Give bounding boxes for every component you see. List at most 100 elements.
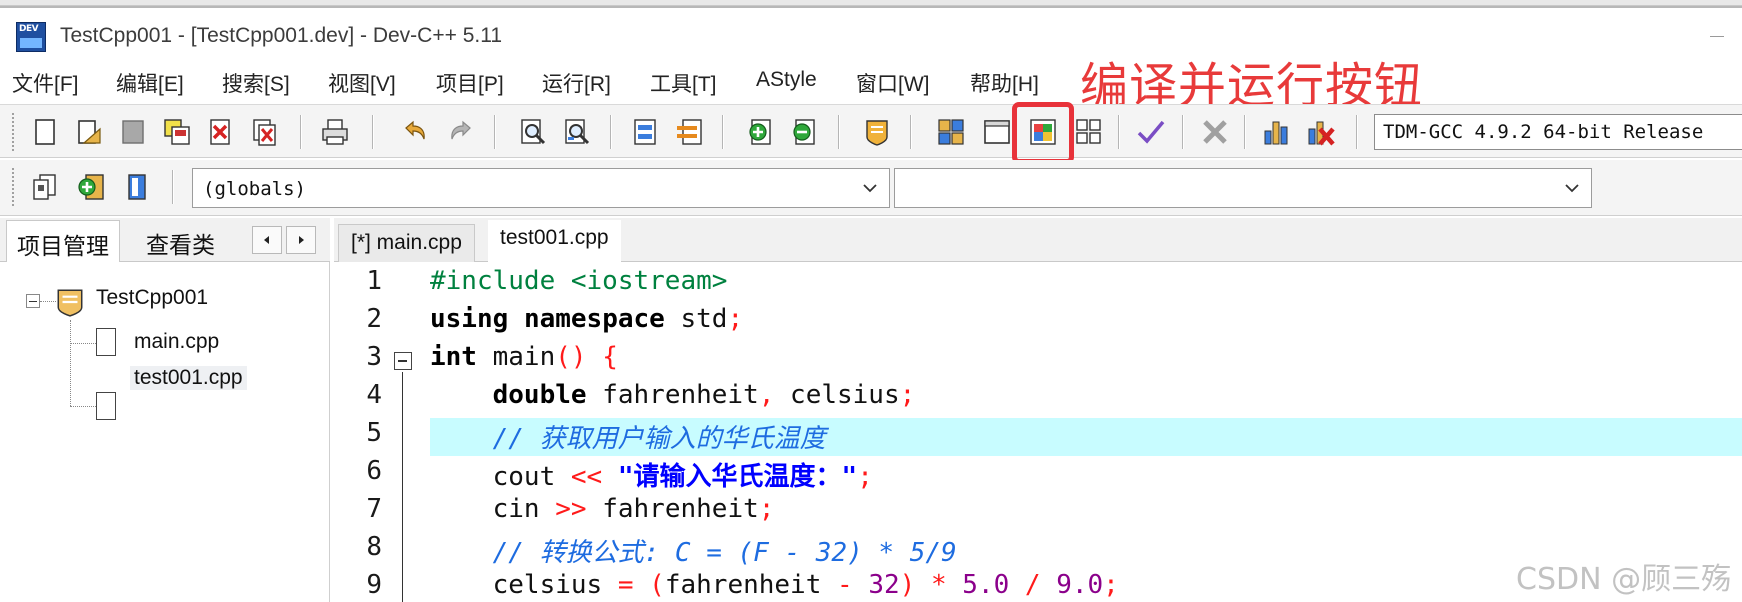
project-icon xyxy=(57,289,83,317)
print-button[interactable] xyxy=(318,115,352,149)
code-identifier: std xyxy=(664,304,728,334)
project-panel-tabs: 项目管理 查看类 xyxy=(0,218,330,262)
scope-combo[interactable]: (globals) xyxy=(192,168,890,208)
find-button[interactable] xyxy=(516,115,550,149)
code-number: 5.0 xyxy=(946,570,1010,600)
close-all-icon xyxy=(253,119,276,146)
line-number: 5 xyxy=(366,418,382,448)
menu-tools[interactable]: 工具[T] xyxy=(650,64,717,96)
tree-project-node[interactable]: TestCpp001 xyxy=(96,286,208,310)
line-number: 2 xyxy=(366,304,382,334)
profile-button[interactable] xyxy=(1260,115,1294,149)
run-icon xyxy=(984,120,1010,144)
minimize-icon[interactable] xyxy=(1710,36,1724,37)
tab-class-browser[interactable]: 查看类 xyxy=(136,220,225,262)
code-symbol: ) xyxy=(899,570,916,600)
project-options-button[interactable] xyxy=(860,115,894,149)
goto-declaration-button[interactable] xyxy=(28,170,62,204)
code-line: cout << "请输入华氏温度："; xyxy=(430,456,873,494)
code-line: double fahrenheit, celsius; xyxy=(430,380,916,418)
code-editor: [*] main.cpp test001.cpp 1 2 3 4 5 6 7 8… xyxy=(334,218,1742,602)
code-symbol: / xyxy=(1009,570,1041,600)
x-mark-icon xyxy=(1203,120,1227,144)
member-combo[interactable] xyxy=(894,168,1592,208)
unindent-button[interactable] xyxy=(672,115,706,149)
line-number: 6 xyxy=(366,456,382,486)
tab-project-manager[interactable]: 项目管理 xyxy=(6,220,120,262)
window-title: TestCpp001 - [TestCpp001.dev] - Dev-C++ … xyxy=(60,24,503,47)
menu-file[interactable]: 文件[F] xyxy=(12,64,79,96)
file-icon xyxy=(96,328,116,356)
save-all-button[interactable] xyxy=(160,115,194,149)
remove-from-project-button[interactable] xyxy=(788,115,822,149)
replace-button[interactable] xyxy=(560,115,594,149)
redo-button[interactable] xyxy=(444,115,478,149)
printer-icon xyxy=(322,119,348,145)
tab-test001-cpp[interactable]: test001.cpp xyxy=(488,220,621,262)
arrow-right-icon xyxy=(299,236,304,244)
compile-button[interactable] xyxy=(934,115,968,149)
arrow-left-icon xyxy=(264,236,269,244)
chevron-down-icon xyxy=(863,184,877,193)
tree-file-main[interactable]: main.cpp xyxy=(134,330,219,354)
line-number: 9 xyxy=(366,570,382,600)
insert-code-button[interactable] xyxy=(120,170,154,204)
new-class-icon xyxy=(78,174,104,200)
undo-icon xyxy=(405,120,425,140)
tree-connector xyxy=(70,406,96,407)
compiler-select[interactable]: TDM-GCC 4.9.2 64-bit Release xyxy=(1374,114,1742,150)
menu-project[interactable]: 项目[P] xyxy=(436,64,504,96)
new-class-button[interactable] xyxy=(74,170,108,204)
line-number: 7 xyxy=(366,494,382,524)
tab-scroll-right-button[interactable] xyxy=(286,226,316,254)
toolbar-separator xyxy=(1244,115,1246,149)
tree-file-test001[interactable]: test001.cpp xyxy=(130,366,247,390)
add-file-icon xyxy=(749,119,771,145)
delete-profile-icon xyxy=(1308,121,1335,146)
run-button[interactable] xyxy=(980,115,1014,149)
menu-search[interactable]: 搜索[S] xyxy=(222,64,290,96)
line-number: 8 xyxy=(366,532,382,562)
goto-declaration-icon xyxy=(33,174,56,200)
open-file-button[interactable] xyxy=(72,115,106,149)
rebuild-all-button[interactable] xyxy=(1072,115,1106,149)
redo-icon xyxy=(451,120,471,140)
indent-button[interactable] xyxy=(628,115,662,149)
code-keyword: double xyxy=(492,380,587,410)
menu-window[interactable]: 窗口[W] xyxy=(856,64,930,96)
menu-astyle[interactable]: AStyle xyxy=(756,64,817,94)
fold-toggle[interactable] xyxy=(394,352,412,370)
save-button[interactable] xyxy=(116,115,150,149)
add-to-project-button[interactable] xyxy=(744,115,778,149)
tab-main-cpp[interactable]: [*] main.cpp xyxy=(338,224,475,262)
code-symbol: - xyxy=(837,570,853,600)
code-symbol: ; xyxy=(758,494,775,524)
close-file-button[interactable] xyxy=(204,115,238,149)
menu-help[interactable]: 帮助[H] xyxy=(970,64,1039,96)
toolbar-separator xyxy=(494,115,496,149)
undo-button[interactable] xyxy=(398,115,432,149)
toolbar-separator xyxy=(722,115,724,149)
menu-edit[interactable]: 编辑[E] xyxy=(116,64,184,96)
new-file-button[interactable] xyxy=(28,115,62,149)
devcpp-logo-icon: DEV xyxy=(16,22,46,52)
toolbar-grip[interactable] xyxy=(12,168,16,206)
toolbar-separator xyxy=(838,115,840,149)
code-symbol: * xyxy=(915,570,947,600)
file-icon xyxy=(96,392,116,420)
delete-profile-button[interactable] xyxy=(1304,115,1338,149)
close-all-button[interactable] xyxy=(248,115,282,149)
project-panel: 项目管理 查看类 TestCpp001 main.cpp test001.cpp xyxy=(0,218,330,602)
clean-button[interactable] xyxy=(1198,115,1232,149)
code-identifier: cin xyxy=(492,494,556,524)
code-symbol: >> xyxy=(555,494,587,524)
collapse-toggle[interactable] xyxy=(26,294,40,308)
code-keyword: namespace xyxy=(523,304,665,334)
tab-scroll-left-button[interactable] xyxy=(252,226,282,254)
toolbar-grip[interactable] xyxy=(12,113,16,151)
code-area[interactable]: #include <iostream> using namespace std;… xyxy=(430,262,1742,602)
code-number: 9.0 xyxy=(1040,570,1104,600)
syntax-check-button[interactable] xyxy=(1134,115,1168,149)
menu-view[interactable]: 视图[V] xyxy=(328,64,396,96)
menu-run[interactable]: 运行[R] xyxy=(542,64,611,96)
